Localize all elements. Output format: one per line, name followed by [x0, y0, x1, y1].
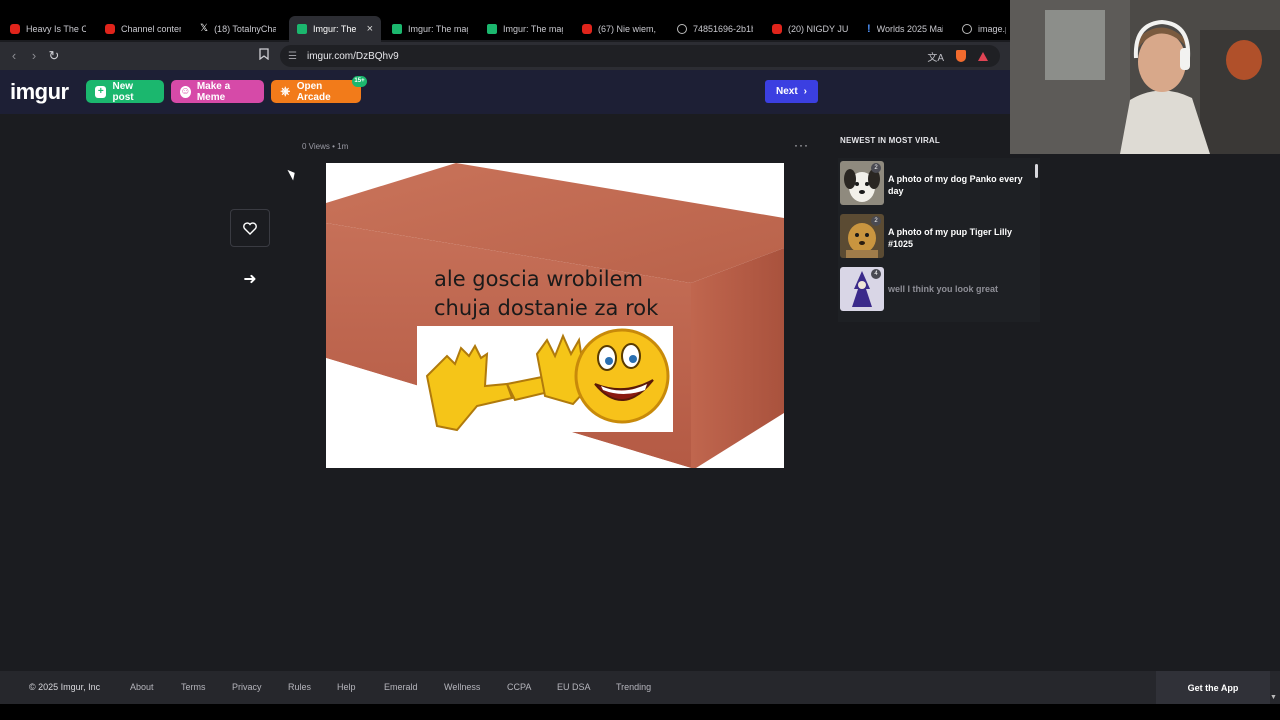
make-meme-label: Make a Meme: [196, 80, 231, 103]
youtube-icon: [772, 24, 782, 34]
make-meme-button[interactable]: ☺ Make a Meme: [171, 80, 264, 103]
footer-link-rules[interactable]: Rules: [288, 682, 311, 692]
browser-tab[interactable]: image.pn: [954, 16, 1014, 42]
sidebar-post-title: well I think you look great: [888, 284, 999, 294]
footer-link-wellness[interactable]: Wellness: [444, 682, 480, 692]
browser-tab[interactable]: Imgur: The magi: [479, 16, 571, 42]
tab-label: Imgur: The magi: [503, 24, 563, 34]
youtube-icon: [582, 24, 592, 34]
bookmark-icon[interactable]: [256, 48, 272, 64]
sidebar-post-item[interactable]: 2 A photo of my pup Tiger Lilly #1025: [840, 214, 1040, 258]
browser-tab[interactable]: 𝕏 (18) TotalnyCham: [192, 16, 284, 42]
more-options-icon[interactable]: ···: [794, 138, 809, 152]
browser-tab-active[interactable]: Imgur: The m ×: [289, 16, 381, 42]
globe-icon: [677, 24, 687, 34]
heart-icon: [243, 221, 257, 235]
image-count-badge: 2: [871, 216, 881, 226]
imgur-icon: [392, 24, 402, 34]
tab-label: image.pn: [978, 24, 1006, 34]
site-settings-icon[interactable]: ☰: [288, 51, 297, 62]
meme-face-icon: ☺: [180, 85, 191, 98]
sidebar-post-item[interactable]: 4 well I think you look great: [840, 267, 1040, 311]
exclamation-icon: !: [867, 23, 871, 35]
sidebar-post-title: A photo of my dog Panko every day: [888, 174, 1023, 196]
imgur-logo[interactable]: imgur: [10, 79, 69, 105]
mouse-cursor: [287, 167, 298, 181]
image-count-badge: 4: [871, 269, 881, 279]
arcade-age-badge: 15+: [352, 76, 367, 87]
imgur-icon: [297, 24, 307, 34]
post-meta: 0 Views • 1m: [302, 142, 349, 151]
youtube-icon: [10, 24, 20, 34]
tab-label: (67) Nie wiem, al: [598, 24, 658, 34]
get-the-app-button[interactable]: Get the App: [1156, 671, 1270, 704]
new-post-button[interactable]: + New post: [86, 80, 164, 103]
post-thumbnail: 2: [840, 161, 884, 205]
browser-tab[interactable]: Channel content: [97, 16, 189, 42]
share-arrow-icon: ➜: [243, 271, 257, 288]
footer-link-emerald[interactable]: Emerald: [384, 682, 418, 692]
tab-label: Heavy Is The Cro: [26, 24, 86, 34]
post-thumbnail: 4: [840, 267, 884, 311]
browser-tab[interactable]: (67) Nie wiem, al: [574, 16, 666, 42]
post-thumbnail: 2: [840, 214, 884, 258]
open-arcade-label: Open Arcade: [296, 80, 331, 103]
browser-tab[interactable]: (20) NIGDY JUŻ S: [764, 16, 856, 42]
meme-caption-line: ale goscia wrobilem: [434, 267, 643, 291]
footer-link-ccpa[interactable]: CCPA: [507, 682, 531, 692]
image-count-badge: 2: [871, 163, 881, 173]
footer-link-terms[interactable]: Terms: [181, 682, 206, 692]
tab-label: (20) NIGDY JUŻ S: [788, 24, 848, 34]
reload-icon[interactable]: ↻: [46, 48, 62, 64]
scroll-down-icon[interactable]: ▼: [1270, 694, 1277, 701]
tab-label: Imgur: The m: [313, 24, 359, 34]
globe-icon: [962, 24, 972, 34]
tab-label: 74851696-2b1b-: [693, 24, 753, 34]
next-post-button[interactable]: Next ›: [765, 80, 818, 103]
webcam-overlay: [1010, 0, 1280, 154]
youtube-icon: [105, 24, 115, 34]
meme-caption: ale goscia wrobilem chuja dostanie za ro…: [434, 265, 694, 323]
footer-link-eu-dsa[interactable]: EU DSA: [557, 682, 591, 692]
sidebar-post-title: A photo of my pup Tiger Lilly #1025: [888, 227, 1012, 249]
footer-link-trending[interactable]: Trending: [616, 682, 651, 692]
brave-rewards-icon[interactable]: [978, 51, 988, 61]
brave-shield-icon[interactable]: [956, 50, 966, 62]
forward-arrow-icon[interactable]: ›: [26, 48, 42, 64]
bottom-bar: [0, 704, 1280, 720]
close-tab-icon[interactable]: ×: [367, 23, 373, 35]
footer-link-about[interactable]: About: [130, 682, 154, 692]
browser-tab[interactable]: Heavy Is The Cro: [2, 16, 94, 42]
waving-smiley-sticker: [417, 326, 673, 432]
tab-label: Worlds 2025 Mai: [876, 24, 943, 34]
share-button[interactable]: ➜: [240, 270, 260, 290]
new-post-label: New post: [112, 80, 134, 103]
meme-caption-line: chuja dostanie za rok: [434, 296, 659, 320]
gamepad-icon: ⎈: [280, 84, 291, 98]
tab-label: (18) TotalnyCham: [214, 24, 276, 34]
chevron-right-icon: ›: [803, 86, 808, 97]
address-bar[interactable]: ☰ imgur.com/DzBQhv9 文A: [280, 45, 1000, 67]
tab-label: Channel content: [121, 24, 181, 34]
browser-tab[interactable]: Imgur: The magi: [384, 16, 476, 42]
url-text: imgur.com/DzBQhv9: [306, 50, 399, 62]
tab-label: Imgur: The magi: [408, 24, 468, 34]
back-arrow-icon[interactable]: ‹: [6, 48, 22, 64]
plus-icon: +: [95, 85, 107, 98]
translate-icon[interactable]: 文A: [927, 49, 944, 64]
imgur-icon: [487, 24, 497, 34]
browser-tab[interactable]: ! Worlds 2025 Mai: [859, 16, 951, 42]
footer-link-help[interactable]: Help: [337, 682, 356, 692]
next-label: Next: [775, 86, 798, 97]
sidebar-post-item[interactable]: 2 A photo of my dog Panko every day: [840, 161, 1040, 205]
like-button[interactable]: [230, 209, 270, 247]
x-icon: 𝕏: [200, 23, 209, 34]
footer-link-privacy[interactable]: Privacy: [232, 682, 262, 692]
open-arcade-button[interactable]: ⎈ Open Arcade: [271, 80, 361, 103]
sidebar-heading: NEWEST IN MOST VIRAL: [840, 136, 940, 145]
browser-tab[interactable]: 74851696-2b1b-: [669, 16, 761, 42]
footer-copyright: © 2025 Imgur, Inc: [29, 682, 101, 692]
